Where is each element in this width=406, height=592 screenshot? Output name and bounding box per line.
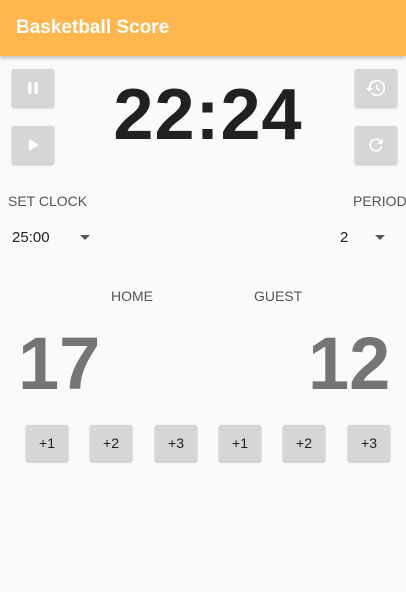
home-plus-three-button[interactable]: +3 xyxy=(155,425,197,461)
set-clock-label: SET CLOCK xyxy=(8,193,88,209)
game-clock: 22:24 xyxy=(113,75,303,155)
period-spinner[interactable]: 2 xyxy=(335,226,393,250)
guest-plus-two-button[interactable]: +2 xyxy=(283,425,325,461)
period-dropdown-icon xyxy=(375,235,385,240)
refresh-icon xyxy=(369,138,383,152)
guest-score: 12 xyxy=(308,322,391,405)
reset-button[interactable] xyxy=(355,126,397,164)
pause-button[interactable] xyxy=(12,69,54,107)
period-label: PERIOD xyxy=(353,193,406,209)
guest-plus-three-button[interactable]: +3 xyxy=(348,425,390,461)
home-score: 17 xyxy=(18,322,101,405)
app-bar: Basketball Score xyxy=(0,0,406,56)
play-button[interactable] xyxy=(12,126,54,164)
guest-label: GUEST xyxy=(254,288,303,304)
home-plus-one-button[interactable]: +1 xyxy=(26,425,68,461)
pause-icon xyxy=(28,82,38,94)
home-label: HOME xyxy=(111,288,153,304)
home-plus-two-button[interactable]: +2 xyxy=(90,425,132,461)
guest-plus-one-button[interactable]: +1 xyxy=(219,425,261,461)
set-clock-dropdown-icon xyxy=(80,235,90,240)
history-icon xyxy=(365,79,386,97)
set-clock-spinner[interactable]: 25:00 xyxy=(8,226,98,250)
app-title: Basketball Score xyxy=(16,17,170,38)
restore-clock-button[interactable] xyxy=(355,69,397,107)
period-value: 2 xyxy=(340,229,349,246)
set-clock-value: 25:00 xyxy=(12,229,50,246)
play-icon xyxy=(29,139,39,151)
